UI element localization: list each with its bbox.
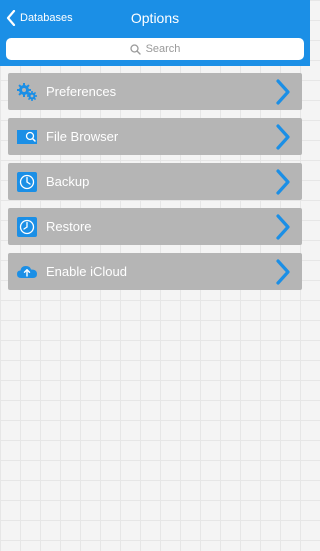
search-input[interactable]: Search [6, 38, 304, 60]
menu-item-label: Backup [46, 174, 90, 189]
file-browser-icon [16, 126, 38, 148]
navigation-bar: Databases Options Search [0, 0, 310, 66]
menu-item-restore[interactable]: Restore [8, 208, 302, 245]
chevron-right-icon [274, 168, 292, 195]
menu-item-label: File Browser [46, 129, 119, 144]
options-menu: Preferences File Browser Backup Restore … [8, 73, 302, 298]
menu-item-backup[interactable]: Backup [8, 163, 302, 200]
search-placeholder: Search [145, 43, 181, 55]
chevron-right-icon [274, 123, 292, 150]
back-button[interactable]: Databases [6, 8, 73, 28]
icloud-upload-icon [16, 261, 38, 283]
gears-icon [16, 81, 38, 103]
restore-clock-icon [16, 216, 38, 238]
menu-item-enable-icloud[interactable]: Enable iCloud [8, 253, 302, 290]
menu-item-file-browser[interactable]: File Browser [8, 118, 302, 155]
backup-clock-icon [16, 171, 38, 193]
chevron-right-icon [274, 213, 292, 240]
menu-item-label: Preferences [46, 84, 117, 99]
search-icon [129, 43, 141, 55]
menu-item-label: Enable iCloud [46, 264, 127, 279]
menu-item-label: Restore [46, 219, 92, 234]
chevron-right-icon [274, 258, 292, 285]
chevron-right-icon [274, 78, 292, 105]
chevron-left-icon [6, 10, 16, 26]
menu-item-preferences[interactable]: Preferences [8, 73, 302, 110]
back-button-label: Databases [20, 12, 73, 24]
